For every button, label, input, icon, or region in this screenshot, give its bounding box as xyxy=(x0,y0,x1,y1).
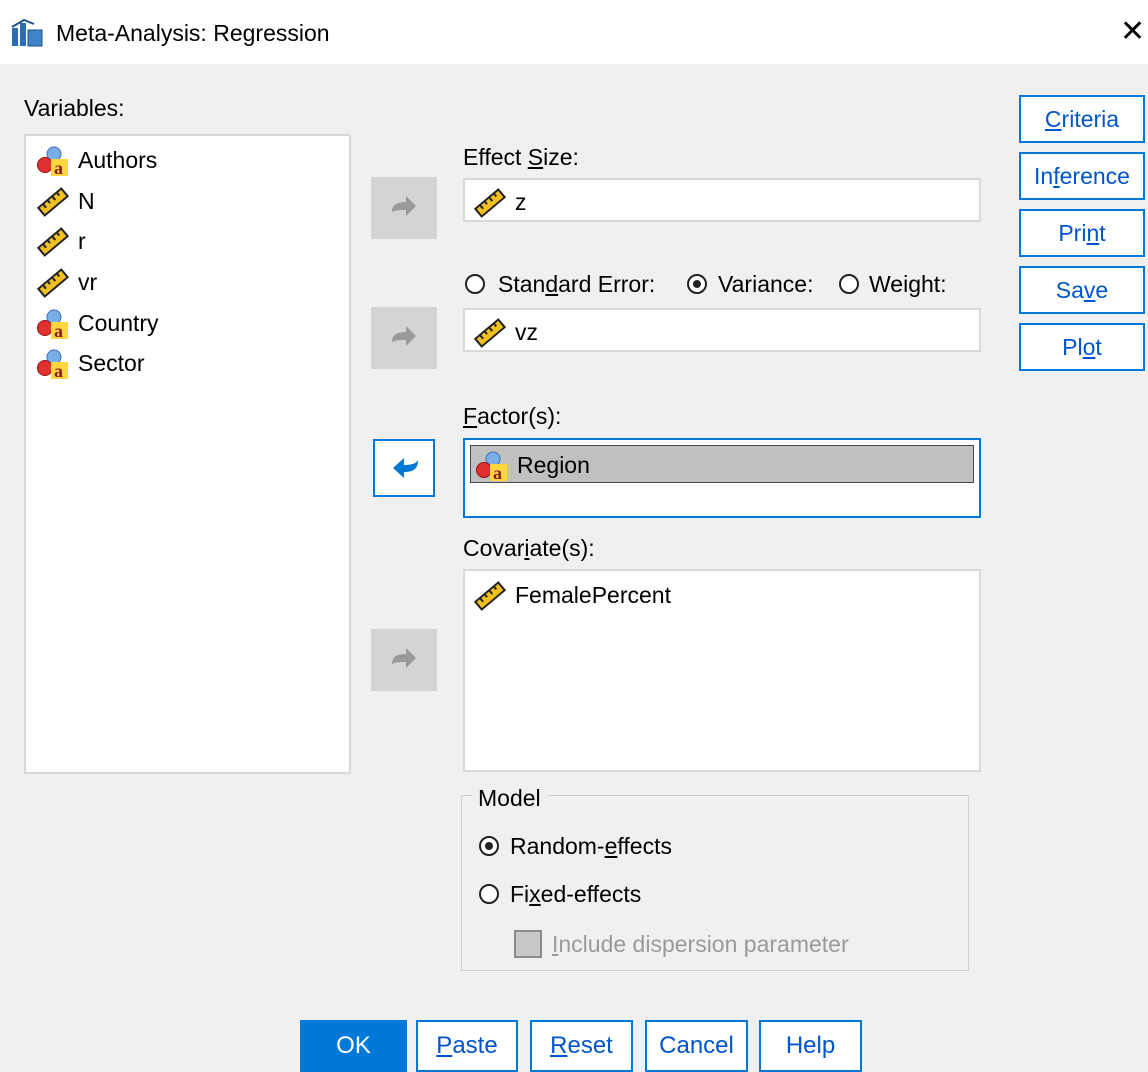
nominal-string-icon xyxy=(36,146,70,176)
window-title: Meta-Analysis: Regression xyxy=(56,20,330,46)
print-button[interactable]: Print xyxy=(1019,209,1145,257)
fixed-effects-radio[interactable] xyxy=(479,884,499,904)
arrow-right-icon xyxy=(388,322,420,354)
effect-size-field[interactable]: z xyxy=(463,178,981,222)
model-group-label: Model xyxy=(472,784,547,812)
scale-ruler-icon xyxy=(36,268,70,298)
scale-ruler-icon xyxy=(36,187,70,217)
paste-button[interactable]: Paste xyxy=(416,1020,518,1072)
scale-ruler-icon xyxy=(473,318,507,348)
variables-list[interactable]: Authors N r vr Country Sector xyxy=(24,134,351,774)
effect-size-label: Effect Size: xyxy=(463,144,579,170)
inference-button[interactable]: Inference xyxy=(1019,152,1145,200)
nominal-string-icon xyxy=(36,309,70,339)
cancel-button[interactable]: Cancel xyxy=(645,1020,748,1072)
fixed-effects-label: Fixed-effects xyxy=(510,881,642,907)
weight-radio[interactable] xyxy=(839,274,859,294)
save-button[interactable]: Save xyxy=(1019,266,1145,314)
include-dispersion-checkbox[interactable] xyxy=(514,930,542,958)
arrow-right-icon xyxy=(388,192,420,224)
move-weight-button[interactable] xyxy=(371,307,437,369)
move-effect-size-button[interactable] xyxy=(371,177,437,239)
factors-label: Factor(s): xyxy=(463,403,562,429)
reset-button[interactable]: Reset xyxy=(530,1020,633,1072)
variance-label: Variance: xyxy=(718,271,814,297)
arrow-left-icon xyxy=(390,454,422,486)
help-button[interactable]: Help xyxy=(759,1020,862,1072)
nominal-string-icon xyxy=(475,451,509,481)
ok-button[interactable]: OK xyxy=(300,1020,407,1072)
scale-ruler-icon xyxy=(36,227,70,257)
variables-label: Variables: xyxy=(24,95,125,121)
weight-label: Weight: xyxy=(869,271,947,297)
move-factor-back-button[interactable] xyxy=(373,439,435,497)
include-dispersion-label: Include dispersion parameter xyxy=(552,931,849,957)
covariates-label: Covariate(s): xyxy=(463,535,595,561)
variance-radio[interactable] xyxy=(687,274,707,294)
title-bar: Meta-Analysis: Regression ✕ xyxy=(0,0,1148,64)
plot-button[interactable]: Plot xyxy=(1019,323,1145,371)
covariates-list[interactable]: FemalePercent xyxy=(463,569,981,772)
move-covariate-button[interactable] xyxy=(371,629,437,691)
list-item-selected[interactable]: Region xyxy=(470,445,974,483)
spss-app-icon xyxy=(11,18,43,47)
scale-ruler-icon xyxy=(473,581,507,611)
weight-field[interactable]: vz xyxy=(463,308,981,352)
nominal-string-icon xyxy=(36,349,70,379)
standard-error-radio[interactable] xyxy=(465,274,485,294)
scale-ruler-icon xyxy=(473,188,507,218)
criteria-button[interactable]: Criteria xyxy=(1019,95,1145,143)
standard-error-label: Standard Error: xyxy=(498,271,656,297)
close-icon[interactable]: ✕ xyxy=(1120,16,1148,48)
factors-list[interactable]: Region xyxy=(463,438,981,518)
arrow-right-icon xyxy=(388,644,420,676)
random-effects-label: Random-effects xyxy=(510,833,672,859)
random-effects-radio[interactable] xyxy=(479,836,499,856)
